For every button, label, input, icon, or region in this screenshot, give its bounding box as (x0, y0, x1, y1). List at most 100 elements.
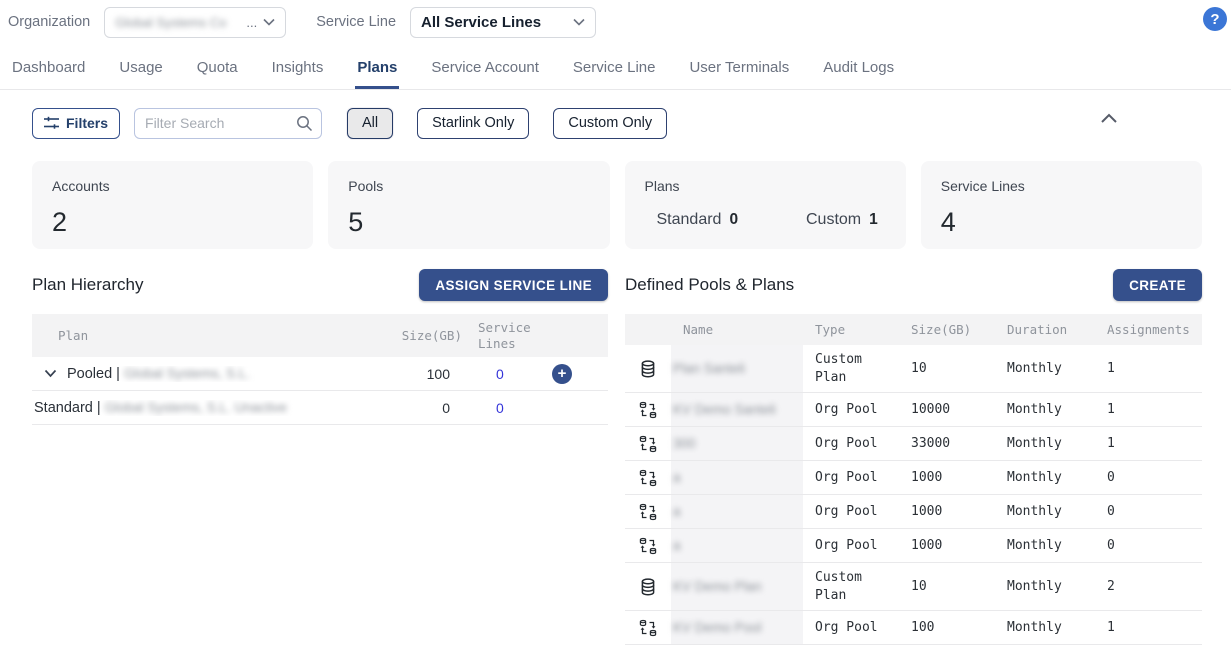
pool-size: 10 (899, 572, 995, 602)
column-size: Size(GB) (899, 314, 995, 345)
pool-transfer-icon (625, 497, 671, 527)
plan-hierarchy-title: Plan Hierarchy (32, 275, 144, 295)
table-row[interactable]: a Org Pool 1000 Monthly 0 (625, 461, 1202, 495)
plans-custom: Custom1 (806, 211, 878, 229)
pool-name-redacted: a (673, 503, 681, 521)
column-assignments: Assignments (1095, 314, 1202, 345)
add-plan-button[interactable]: + (552, 364, 572, 384)
defined-pools-table: Name Type Size(GB) Duration Assignments (625, 314, 1202, 645)
table-row[interactable]: Plan Santeli Custom Plan 10 Monthly 1 (625, 345, 1202, 393)
tab-user-terminals[interactable]: User Terminals (687, 47, 791, 89)
pools-label: Pools (348, 178, 589, 194)
toggle-all[interactable]: All (347, 108, 393, 139)
stat-cards: Accounts 2 Pools 5 Plans Standard0 Custo… (32, 161, 1202, 249)
pool-assignments: 0 (1095, 531, 1202, 561)
tab-dashboard[interactable]: Dashboard (10, 47, 87, 89)
pool-transfer-icon (625, 429, 671, 459)
plan-row-org-redacted: Global Systems, S.L. Unactive (105, 400, 287, 415)
pool-name-redacted: KV Demo Pool (673, 619, 762, 637)
pool-size: 1000 (899, 463, 995, 493)
tab-plans[interactable]: Plans (355, 47, 399, 89)
expand-chevron-icon[interactable] (44, 369, 57, 378)
pool-assignments: 0 (1095, 497, 1202, 527)
table-row[interactable]: KV Demo Pool Org Pool 100 Monthly 1 (625, 611, 1202, 645)
pool-duration: Monthly (995, 463, 1095, 493)
table-row[interactable]: a Org Pool 1000 Monthly 0 (625, 495, 1202, 529)
table-row: Pooled | Global Systems, S.L. 100 0 + (32, 357, 608, 391)
pool-duration: Monthly (995, 497, 1095, 527)
pool-size: 10000 (899, 395, 995, 425)
assign-service-line-button[interactable]: ASSIGN SERVICE LINE (419, 269, 608, 301)
pools-value: 5 (348, 207, 589, 238)
tab-service-line[interactable]: Service Line (571, 47, 658, 89)
plans-label: Plans (645, 178, 886, 194)
pool-duration: Monthly (995, 429, 1095, 459)
plans-custom-label: Custom (806, 211, 861, 228)
service-lines-link[interactable]: 0 (496, 366, 504, 382)
chevron-down-icon (263, 18, 275, 26)
accounts-value: 2 (52, 207, 293, 238)
service-line-value: All Service Lines (421, 14, 541, 31)
chevron-up-icon[interactable] (1100, 113, 1118, 124)
filter-bar: Filters All Starlink Only Custom Only (32, 107, 1231, 139)
column-plan: Plan (32, 320, 376, 351)
pool-type: Custom Plan (803, 563, 899, 610)
column-duration: Duration (995, 314, 1095, 345)
pool-type: Org Pool (803, 395, 899, 425)
pool-size: 33000 (899, 429, 995, 459)
service-lines-link[interactable]: 0 (496, 400, 504, 416)
service-line-select[interactable]: All Service Lines (410, 7, 596, 38)
plans-standard-value: 0 (729, 211, 738, 228)
tab-quota[interactable]: Quota (195, 47, 240, 89)
toggle-starlink-only[interactable]: Starlink Only (417, 108, 529, 139)
pool-type: Org Pool (803, 613, 899, 643)
help-icon: ? (1210, 11, 1219, 28)
plan-hierarchy-header: Plan Size(GB) Service Lines (32, 314, 608, 357)
toggle-custom-only[interactable]: Custom Only (553, 108, 667, 139)
pool-duration: Monthly (995, 395, 1095, 425)
pool-name-redacted: Plan Santeli (673, 360, 745, 378)
pool-name-redacted: a (673, 469, 681, 487)
plan-row-label: Pooled | (67, 366, 120, 382)
organization-select[interactable]: Global Systems Co ... (104, 7, 286, 38)
column-size: Size(GB) (376, 320, 466, 351)
chevron-down-icon (573, 18, 585, 26)
plus-icon: + (558, 365, 567, 382)
top-bar: Organization Global Systems Co ... Servi… (0, 0, 1231, 44)
defined-pools-title: Defined Pools & Plans (625, 275, 794, 295)
table-row[interactable]: KV Demo Santeli Org Pool 10000 Monthly 1 (625, 393, 1202, 427)
filter-toggle-group: All Starlink Only Custom Only (347, 108, 667, 139)
filters-button[interactable]: Filters (32, 108, 120, 139)
pool-assignments: 1 (1095, 395, 1202, 425)
filter-search (134, 108, 322, 139)
plans-standard: Standard0 (657, 211, 739, 229)
pool-type: Custom Plan (803, 345, 899, 392)
pool-duration: Monthly (995, 613, 1095, 643)
pool-transfer-icon (625, 463, 671, 493)
pool-duration: Monthly (995, 572, 1095, 602)
table-row: Standard | Global Systems, S.L. Unactive… (32, 391, 608, 425)
pool-assignments: 0 (1095, 463, 1202, 493)
help-button[interactable]: ? (1203, 7, 1227, 31)
table-row[interactable]: KV Demo Plan Custom Plan 10 Monthly 2 (625, 563, 1202, 611)
column-service-lines: Service Lines (466, 314, 552, 357)
defined-pools-header: Name Type Size(GB) Duration Assignments (625, 314, 1202, 345)
service-line-label: Service Line (316, 14, 396, 30)
filter-search-input[interactable] (145, 115, 296, 131)
table-row[interactable]: a Org Pool 1000 Monthly 0 (625, 529, 1202, 563)
create-button[interactable]: CREATE (1113, 269, 1202, 301)
accounts-card: Accounts 2 (32, 161, 313, 249)
service-lines-label: Service Lines (941, 178, 1182, 194)
organization-value-redacted: Global Systems Co (115, 15, 226, 30)
tab-usage[interactable]: Usage (117, 47, 164, 89)
plan-hierarchy-panel: Plan Hierarchy ASSIGN SERVICE LINE Plan … (32, 269, 608, 425)
tab-audit-logs[interactable]: Audit Logs (821, 47, 896, 89)
pool-assignments: 2 (1095, 572, 1202, 602)
tab-insights[interactable]: Insights (270, 47, 326, 89)
tab-service-account[interactable]: Service Account (429, 47, 541, 89)
nav-tabs: Dashboard Usage Quota Insights Plans Ser… (0, 44, 1231, 90)
pool-assignments: 1 (1095, 613, 1202, 643)
column-name: Name (671, 314, 803, 345)
table-row[interactable]: 300 Org Pool 33000 Monthly 1 (625, 427, 1202, 461)
pools-card: Pools 5 (328, 161, 609, 249)
